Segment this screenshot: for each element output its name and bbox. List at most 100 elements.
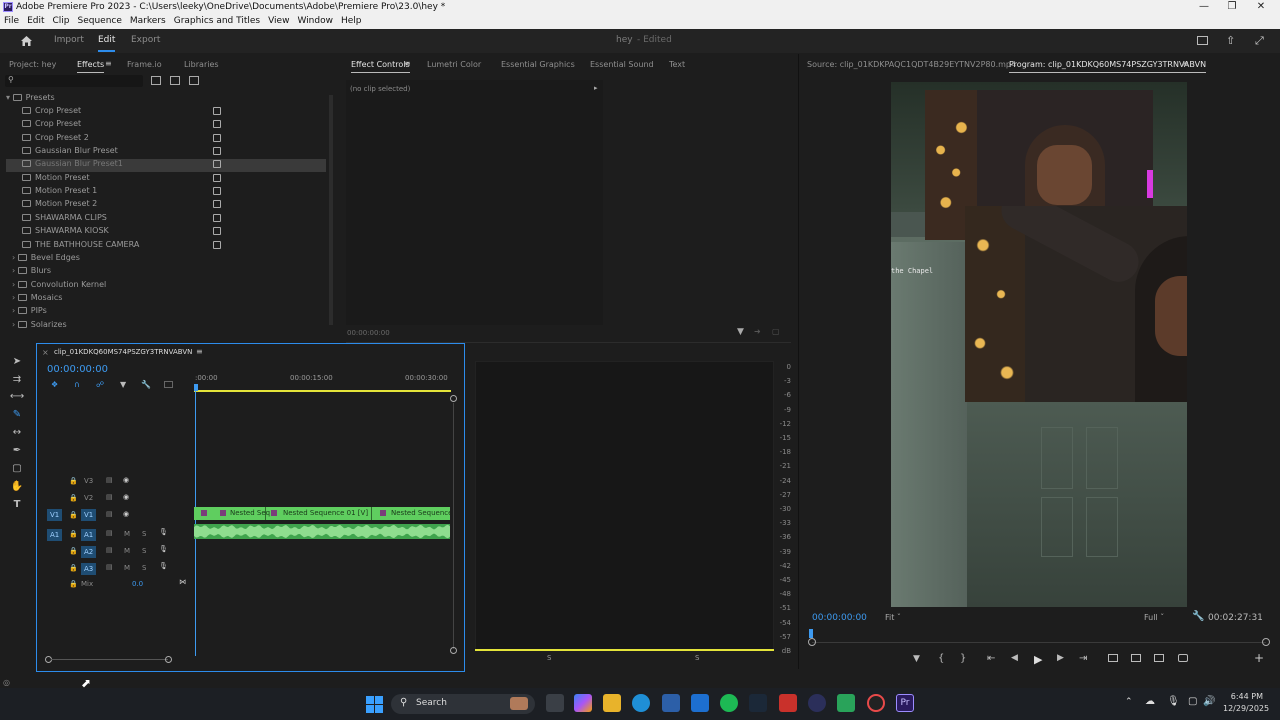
preset-item[interactable]: Gaussian Blur Preset <box>6 146 326 159</box>
play-triangle-icon[interactable]: ▸ <box>594 84 598 92</box>
mix-arrows-icon[interactable]: ⋈ <box>179 578 186 586</box>
tab-program[interactable]: Program: clip_01KDKQ60MS74PSZGY3TRNVABVN <box>1009 60 1207 73</box>
mic-icon[interactable]: 🎙 <box>159 528 168 536</box>
tab-export[interactable]: Export <box>131 35 160 45</box>
track-scroll-bottom[interactable] <box>450 647 457 654</box>
mic-icon[interactable]: 🎙 <box>159 562 168 570</box>
track-label-v3[interactable]: V3 <box>84 477 93 485</box>
track-label-v1[interactable]: V1 <box>81 509 97 521</box>
spotify-icon[interactable] <box>720 694 738 712</box>
add-marker-icon[interactable]: ▼ <box>913 654 920 664</box>
clip-nested-seq[interactable]: Nested Seq <box>194 507 270 520</box>
mute-icon[interactable]: M <box>124 547 130 555</box>
program-scrub-bar[interactable] <box>812 642 1266 643</box>
captions-icon[interactable] <box>164 381 173 388</box>
horizontal-scrollbar[interactable] <box>51 659 168 660</box>
razor-tool-icon[interactable]: ✎ <box>9 409 25 423</box>
source-patch-v1[interactable]: V1 <box>47 509 63 521</box>
menu-markers[interactable]: Markers <box>126 15 170 29</box>
lock-icon[interactable]: 🔒 <box>69 547 78 555</box>
mix-value[interactable]: 0.0 <box>132 580 143 588</box>
vertical-scrollbar[interactable] <box>453 403 454 649</box>
tab-essential-graphics[interactable]: Essential Graphics <box>501 60 575 69</box>
effect-group-folder[interactable]: › Bevel Edges <box>6 253 326 266</box>
zoom-handle-right[interactable] <box>165 656 172 663</box>
chevron-right-icon[interactable]: › <box>12 266 18 275</box>
ripple-edit-icon[interactable]: ⟷ <box>9 391 25 405</box>
go-to-out-icon[interactable]: ⇥ <box>1079 653 1087 664</box>
step-back-icon[interactable]: ◀ <box>1011 653 1018 663</box>
solo-icon[interactable]: S <box>142 564 146 572</box>
preset-item[interactable]: Motion Preset 1 <box>6 186 326 199</box>
preset-item[interactable]: THE BATHHOUSE CAMERA <box>6 240 326 253</box>
task-view-icon[interactable] <box>546 694 564 712</box>
taskbar-search[interactable]: ⚲ Search <box>391 694 535 714</box>
panel-menu-icon[interactable]: ≡ <box>1182 59 1189 68</box>
sync-lock-icon[interactable]: ▤ <box>106 529 113 537</box>
home-icon[interactable] <box>20 35 33 47</box>
fullscreen-icon[interactable]: ⤢ <box>1255 34 1264 48</box>
tab-libraries[interactable]: Libraries <box>184 60 219 69</box>
track-select-icon[interactable]: ⇉ <box>9 374 25 388</box>
effect-group-folder[interactable]: › PIPs <box>6 306 326 319</box>
restore-icon[interactable]: ❐ <box>1225 1 1239 12</box>
menu-file[interactable]: File <box>0 15 23 29</box>
tab-essential-sound[interactable]: Essential Sound <box>590 60 654 69</box>
tab-effect-controls[interactable]: Effect Controls <box>351 60 410 73</box>
folder-presets[interactable]: ▾ Presets <box>6 93 326 106</box>
tab-effects[interactable]: Effects <box>77 60 105 73</box>
tf-app-icon[interactable] <box>779 694 797 712</box>
tab-frameio[interactable]: Frame.io <box>127 60 162 69</box>
sync-lock-icon[interactable]: ▤ <box>106 563 113 571</box>
effect-group-folder[interactable]: › Solarizes <box>6 320 326 333</box>
track-label-a3[interactable]: A3 <box>81 563 97 575</box>
program-playhead[interactable] <box>809 629 813 638</box>
tab-import[interactable]: Import <box>54 35 84 45</box>
copilot-icon[interactable] <box>574 694 592 712</box>
snap-icon[interactable]: ∩ <box>74 380 80 389</box>
track-scroll-top[interactable] <box>450 395 457 402</box>
lift-icon[interactable] <box>1154 654 1164 662</box>
menu-sequence[interactable]: Sequence <box>74 15 126 29</box>
scrub-start-handle[interactable] <box>808 638 816 646</box>
sequence-tab[interactable]: clip_01KDKQ60MS74PSZGY3TRNVABVN <box>54 348 192 356</box>
mark-out-icon[interactable]: } <box>960 653 966 664</box>
minimize-icon[interactable]: — <box>1197 1 1211 12</box>
lock-icon[interactable]: 🔒 <box>69 477 78 485</box>
arrow-app-icon[interactable] <box>808 694 826 712</box>
solo-icon[interactable]: S <box>142 547 146 555</box>
mute-icon[interactable]: M <box>124 564 130 572</box>
lock-icon[interactable]: 🔒 <box>69 580 78 588</box>
sync-lock-icon[interactable]: ▤ <box>106 476 113 484</box>
eye-icon[interactable]: ◉ <box>123 476 129 484</box>
sync-lock-icon[interactable]: ▤ <box>106 546 113 554</box>
onedrive-icon[interactable]: ☁ <box>1145 696 1155 707</box>
effect-group-folder[interactable]: › Convolution Kernel <box>6 280 326 293</box>
share-icon[interactable]: ⇧ <box>1226 34 1235 47</box>
track-label-a2[interactable]: A2 <box>81 546 97 558</box>
fit-dropdown[interactable]: Fit ˇ <box>885 613 901 622</box>
pen-tool-icon[interactable]: ✒ <box>9 445 25 459</box>
lock-icon[interactable]: 🔒 <box>69 564 78 572</box>
edge-icon[interactable] <box>632 694 650 712</box>
menu-view[interactable]: View <box>264 15 293 29</box>
audio-clip-track[interactable] <box>194 524 450 539</box>
chevron-right-icon[interactable]: › <box>12 280 18 289</box>
yuv-effects-icon[interactable] <box>189 76 199 85</box>
chevron-right-icon[interactable]: › <box>12 306 18 315</box>
close-sequence-icon[interactable]: × <box>42 348 49 357</box>
menu-window[interactable]: Window <box>293 15 337 29</box>
meter-solo-left[interactable]: S <box>547 654 551 662</box>
program-timecode[interactable]: 00:00:00:00 <box>812 613 867 623</box>
play-icon[interactable]: ▶ <box>1034 653 1042 666</box>
track-label-a1[interactable]: A1 <box>81 529 97 541</box>
preset-item[interactable]: Crop Preset 2 <box>6 133 326 146</box>
work-area-bar[interactable] <box>194 390 451 392</box>
tab-text[interactable]: Text <box>669 60 685 69</box>
eye-icon[interactable]: ◉ <box>123 493 129 501</box>
solo-icon[interactable]: S <box>142 530 146 538</box>
mic-icon[interactable]: 🎙 <box>159 545 168 553</box>
accelerated-effects-icon[interactable] <box>151 76 161 85</box>
sheets-app-icon[interactable] <box>837 694 855 712</box>
preset-item[interactable]: Motion Preset 2 <box>6 199 326 212</box>
